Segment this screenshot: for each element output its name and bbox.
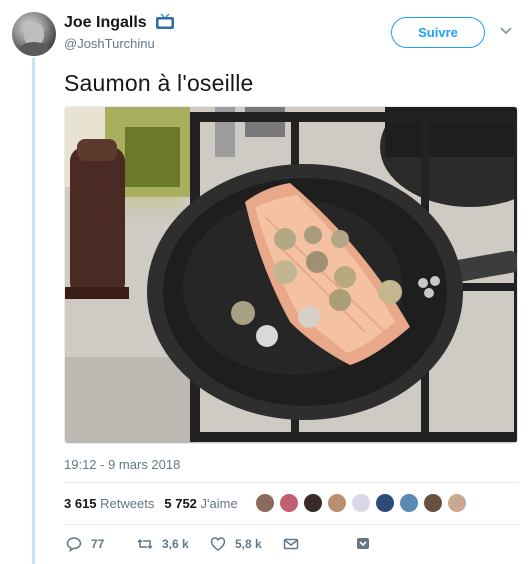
retweet-count: 3,6 k <box>162 537 189 551</box>
tweet-stats: 3 615 Retweets 5 752 J'aime <box>64 496 238 511</box>
direct-message-button[interactable] <box>283 536 299 552</box>
retweet-icon <box>137 538 153 550</box>
envelope-icon <box>283 538 299 550</box>
follow-button[interactable]: Suivre <box>391 17 485 48</box>
thread-line <box>32 58 35 564</box>
avatar[interactable] <box>12 12 56 56</box>
retweets-label: Retweets <box>100 496 155 511</box>
tweet-text: Saumon à l'oseille <box>64 70 254 96</box>
liker-avatar[interactable] <box>398 492 420 514</box>
chevron-down-icon[interactable] <box>499 26 513 36</box>
author-name[interactable]: Joe Ingalls <box>64 14 147 32</box>
tv-icon <box>156 13 174 29</box>
liker-avatar[interactable] <box>422 492 444 514</box>
liker-avatar[interactable] <box>446 492 468 514</box>
liker-avatar[interactable] <box>302 492 324 514</box>
liker-avatar[interactable] <box>374 492 396 514</box>
liker-avatars <box>254 492 470 514</box>
liker-avatar[interactable] <box>326 492 348 514</box>
bookmark-button[interactable] <box>355 536 371 552</box>
like-count: 5,8 k <box>235 537 262 551</box>
divider <box>64 524 518 525</box>
like-button[interactable]: 5,8 k <box>210 536 262 552</box>
liker-avatar[interactable] <box>278 492 300 514</box>
likes-stat[interactable]: 5 752 J'aime <box>164 496 237 511</box>
liker-avatar[interactable] <box>254 492 276 514</box>
salmon-pan-image <box>65 107 517 443</box>
liker-avatar[interactable] <box>350 492 372 514</box>
reply-count: 77 <box>91 537 105 551</box>
retweet-button[interactable]: 3,6 k <box>137 536 189 552</box>
heart-icon <box>210 537 226 551</box>
divider <box>64 482 518 483</box>
author-handle[interactable]: @JoshTurchinu <box>64 36 155 51</box>
bookmark-icon <box>357 538 369 549</box>
tweet-photo[interactable] <box>64 106 518 444</box>
retweets-count: 3 615 <box>64 496 97 511</box>
reply-button[interactable]: 77 <box>66 536 104 552</box>
tweet-timestamp[interactable]: 19:12 - 9 mars 2018 <box>64 457 180 472</box>
retweets-stat[interactable]: 3 615 Retweets <box>64 496 154 511</box>
tweet-actions: 77 3,6 k 5,8 k <box>0 536 528 558</box>
likes-label: J'aime <box>200 496 238 511</box>
likes-count: 5 752 <box>164 496 197 511</box>
reply-icon <box>66 537 82 552</box>
